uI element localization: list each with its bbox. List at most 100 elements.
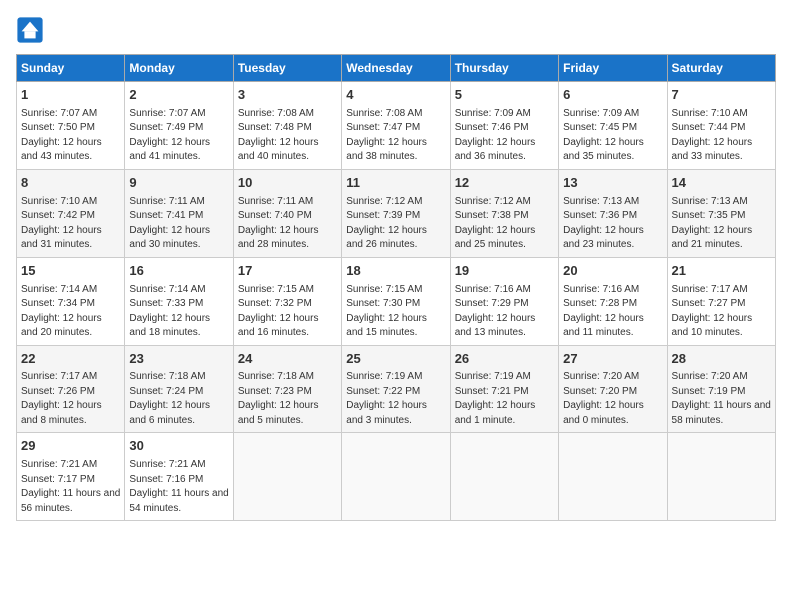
- sunrise-text: Sunrise: 7:15 AM: [346, 283, 445, 298]
- calendar-header: SundayMondayTuesdayWednesdayThursdayFrid…: [17, 55, 776, 82]
- daylight-text: Daylight: 12 hours and 41 minutes.: [129, 136, 228, 165]
- sunset-text: Sunset: 7:38 PM: [455, 209, 554, 224]
- day-number: 30: [129, 437, 228, 456]
- sunrise-text: Sunrise: 7:16 AM: [563, 283, 662, 298]
- sunrise-text: Sunrise: 7:11 AM: [129, 195, 228, 210]
- sunset-text: Sunset: 7:27 PM: [672, 297, 771, 312]
- daylight-text: Daylight: 12 hours and 10 minutes.: [672, 312, 771, 341]
- sunset-text: Sunset: 7:33 PM: [129, 297, 228, 312]
- header-cell-friday: Friday: [559, 55, 667, 82]
- sunrise-text: Sunrise: 7:15 AM: [238, 283, 337, 298]
- day-cell: [450, 433, 558, 521]
- day-number: 9: [129, 174, 228, 193]
- daylight-text: Daylight: 12 hours and 43 minutes.: [21, 136, 120, 165]
- day-cell: 7Sunrise: 7:10 AMSunset: 7:44 PMDaylight…: [667, 82, 775, 170]
- daylight-text: Daylight: 12 hours and 26 minutes.: [346, 224, 445, 253]
- sunset-text: Sunset: 7:48 PM: [238, 121, 337, 136]
- day-cell: 5Sunrise: 7:09 AMSunset: 7:46 PMDaylight…: [450, 82, 558, 170]
- daylight-text: Daylight: 12 hours and 38 minutes.: [346, 136, 445, 165]
- cell-content: Sunrise: 7:17 AMSunset: 7:26 PMDaylight:…: [21, 370, 120, 428]
- sunset-text: Sunset: 7:30 PM: [346, 297, 445, 312]
- day-number: 16: [129, 262, 228, 281]
- day-number: 2: [129, 86, 228, 105]
- daylight-text: Daylight: 11 hours and 54 minutes.: [129, 487, 228, 516]
- day-number: 11: [346, 174, 445, 193]
- header-row: SundayMondayTuesdayWednesdayThursdayFrid…: [17, 55, 776, 82]
- day-number: 20: [563, 262, 662, 281]
- sunset-text: Sunset: 7:23 PM: [238, 385, 337, 400]
- daylight-text: Daylight: 12 hours and 16 minutes.: [238, 312, 337, 341]
- day-number: 23: [129, 350, 228, 369]
- day-number: 1: [21, 86, 120, 105]
- daylight-text: Daylight: 11 hours and 58 minutes.: [672, 399, 771, 428]
- sunset-text: Sunset: 7:50 PM: [21, 121, 120, 136]
- day-cell: 30 Sunrise: 7:21 AMSunset: 7:16 PMDayligh…: [125, 433, 233, 521]
- daylight-text: Daylight: 11 hours and 56 minutes.: [21, 487, 120, 516]
- cell-content: Sunrise: 7:16 AMSunset: 7:28 PMDaylight:…: [563, 283, 662, 341]
- header: [16, 16, 776, 44]
- cell-content: Sunrise: 7:12 AMSunset: 7:38 PMDaylight:…: [455, 195, 554, 253]
- cell-content: Sunrise: 7:10 AMSunset: 7:42 PMDaylight:…: [21, 195, 120, 253]
- sunset-text: Sunset: 7:36 PM: [563, 209, 662, 224]
- day-cell: 18Sunrise: 7:15 AMSunset: 7:30 PMDayligh…: [342, 257, 450, 345]
- sunrise-text: Sunrise: 7:09 AM: [563, 107, 662, 122]
- week-row-1: 1 Sunrise: 7:07 AMSunset: 7:50 PMDaylight…: [17, 82, 776, 170]
- daylight-text: Daylight: 12 hours and 18 minutes.: [129, 312, 228, 341]
- sunset-text: Sunset: 7:17 PM: [21, 473, 120, 488]
- cell-content: Sunrise: 7:20 AMSunset: 7:20 PMDaylight:…: [563, 370, 662, 428]
- day-number: 28: [672, 350, 771, 369]
- sunrise-text: Sunrise: 7:13 AM: [563, 195, 662, 210]
- cell-content: Sunrise: 7:15 AMSunset: 7:32 PMDaylight:…: [238, 283, 337, 341]
- sunset-text: Sunset: 7:20 PM: [563, 385, 662, 400]
- daylight-text: Daylight: 12 hours and 30 minutes.: [129, 224, 228, 253]
- daylight-text: Daylight: 12 hours and 33 minutes.: [672, 136, 771, 165]
- sunrise-text: Sunrise: 7:08 AM: [238, 107, 337, 122]
- day-number: 12: [455, 174, 554, 193]
- header-cell-tuesday: Tuesday: [233, 55, 341, 82]
- cell-content: Sunrise: 7:07 AMSunset: 7:50 PMDaylight:…: [21, 107, 120, 165]
- daylight-text: Daylight: 12 hours and 25 minutes.: [455, 224, 554, 253]
- sunset-text: Sunset: 7:49 PM: [129, 121, 228, 136]
- cell-content: Sunrise: 7:18 AMSunset: 7:24 PMDaylight:…: [129, 370, 228, 428]
- week-row-5: 29Sunrise: 7:21 AMSunset: 7:17 PMDayligh…: [17, 433, 776, 521]
- sunset-text: Sunset: 7:24 PM: [129, 385, 228, 400]
- day-number: 5: [455, 86, 554, 105]
- cell-content: Sunrise: 7:07 AMSunset: 7:49 PMDaylight:…: [129, 107, 228, 165]
- cell-content: Sunrise: 7:20 AMSunset: 7:19 PMDaylight:…: [672, 370, 771, 428]
- week-row-4: 22Sunrise: 7:17 AMSunset: 7:26 PMDayligh…: [17, 345, 776, 433]
- sunrise-text: Sunrise: 7:19 AM: [455, 370, 554, 385]
- cell-content: Sunrise: 7:21 AMSunset: 7:16 PMDaylight:…: [129, 458, 228, 516]
- day-number: 4: [346, 86, 445, 105]
- cell-content: Sunrise: 7:10 AMSunset: 7:44 PMDaylight:…: [672, 107, 771, 165]
- daylight-text: Daylight: 12 hours and 31 minutes.: [21, 224, 120, 253]
- day-cell: 17Sunrise: 7:15 AMSunset: 7:32 PMDayligh…: [233, 257, 341, 345]
- daylight-text: Daylight: 12 hours and 23 minutes.: [563, 224, 662, 253]
- daylight-text: Daylight: 12 hours and 28 minutes.: [238, 224, 337, 253]
- cell-content: Sunrise: 7:15 AMSunset: 7:30 PMDaylight:…: [346, 283, 445, 341]
- sunrise-text: Sunrise: 7:17 AM: [21, 370, 120, 385]
- day-number: 15: [21, 262, 120, 281]
- sunset-text: Sunset: 7:45 PM: [563, 121, 662, 136]
- sunset-text: Sunset: 7:35 PM: [672, 209, 771, 224]
- sunset-text: Sunset: 7:29 PM: [455, 297, 554, 312]
- cell-content: Sunrise: 7:14 AMSunset: 7:33 PMDaylight:…: [129, 283, 228, 341]
- cell-content: Sunrise: 7:08 AMSunset: 7:47 PMDaylight:…: [346, 107, 445, 165]
- day-number: 8: [21, 174, 120, 193]
- sunset-text: Sunset: 7:32 PM: [238, 297, 337, 312]
- daylight-text: Daylight: 12 hours and 36 minutes.: [455, 136, 554, 165]
- day-number: 22: [21, 350, 120, 369]
- sunset-text: Sunset: 7:16 PM: [129, 473, 228, 488]
- day-cell: [667, 433, 775, 521]
- cell-content: Sunrise: 7:18 AMSunset: 7:23 PMDaylight:…: [238, 370, 337, 428]
- day-cell: 23Sunrise: 7:18 AMSunset: 7:24 PMDayligh…: [125, 345, 233, 433]
- sunrise-text: Sunrise: 7:18 AM: [238, 370, 337, 385]
- logo-icon: [16, 16, 44, 44]
- cell-content: Sunrise: 7:19 AMSunset: 7:21 PMDaylight:…: [455, 370, 554, 428]
- week-row-2: 8 Sunrise: 7:10 AMSunset: 7:42 PMDaylight…: [17, 169, 776, 257]
- day-cell: 19Sunrise: 7:16 AMSunset: 7:29 PMDayligh…: [450, 257, 558, 345]
- cell-content: Sunrise: 7:08 AMSunset: 7:48 PMDaylight:…: [238, 107, 337, 165]
- sunrise-text: Sunrise: 7:12 AM: [455, 195, 554, 210]
- day-cell: 15Sunrise: 7:14 AMSunset: 7:34 PMDayligh…: [17, 257, 125, 345]
- header-cell-thursday: Thursday: [450, 55, 558, 82]
- day-number: 25: [346, 350, 445, 369]
